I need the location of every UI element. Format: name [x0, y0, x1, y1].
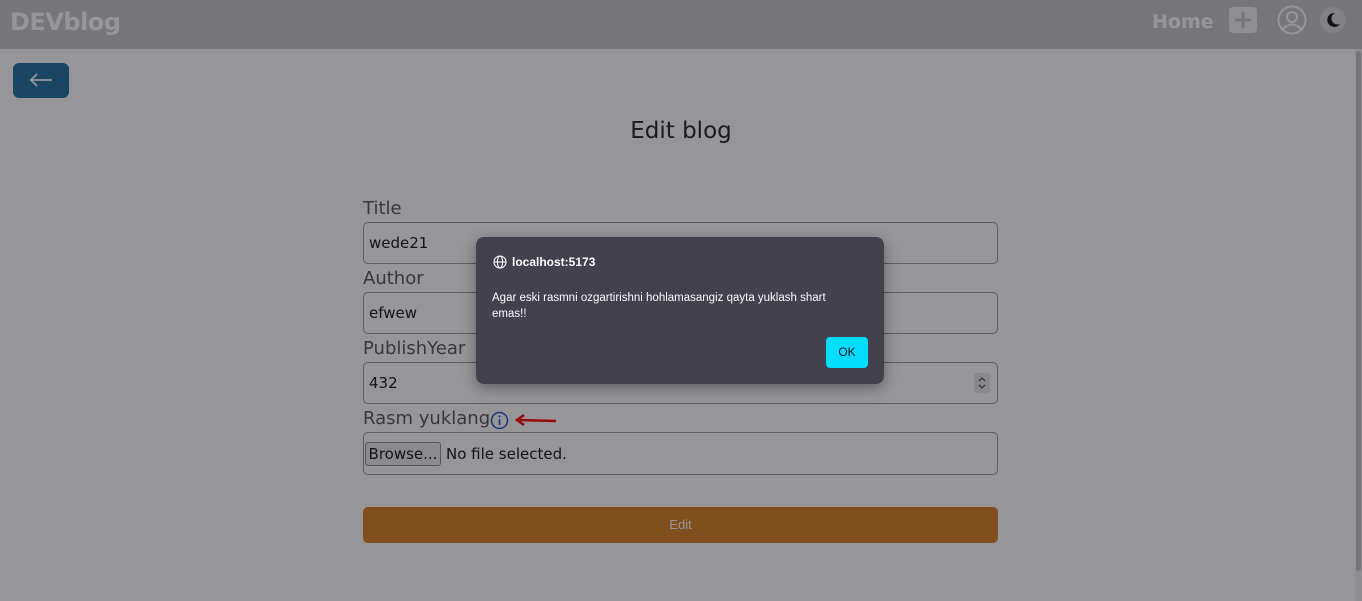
alert-dialog: localhost:5173 Agar eski rasmni ozgartir… — [476, 237, 884, 384]
globe-icon — [493, 255, 507, 269]
dialog-message: Agar eski rasmni ozgartirishni hohlamasa… — [492, 292, 826, 320]
ok-button[interactable]: OK — [826, 337, 868, 368]
dialog-origin: localhost:5173 — [512, 255, 596, 269]
